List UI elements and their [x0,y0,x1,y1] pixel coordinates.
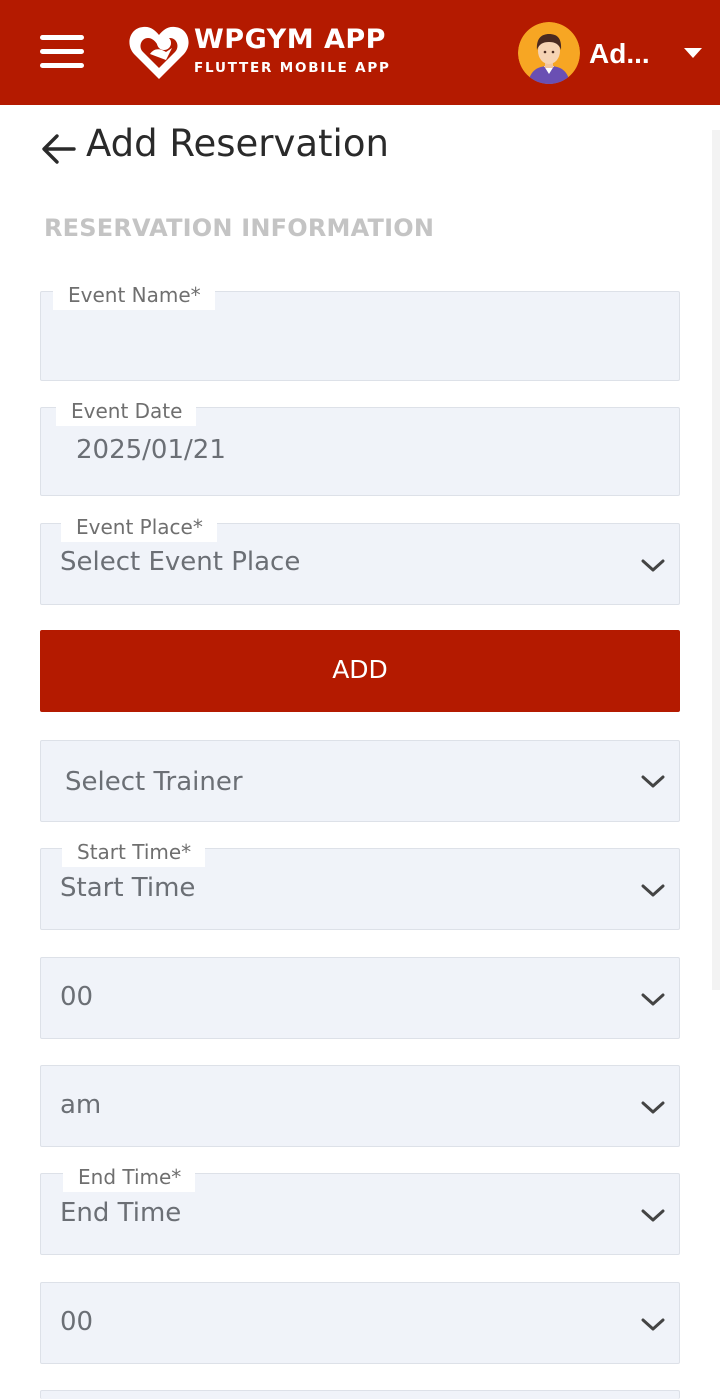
end-time-label: End Time* [63,1164,196,1192]
avatar [518,22,580,84]
app-header: WPGYM APP FLUTTER MOBILE APP Ad... [0,0,720,105]
end-time-value: End Time [60,1198,182,1228]
event-date-label: Event Date [56,398,197,426]
logo-title: WPGYM APP [194,24,386,55]
end-ampm-select[interactable] [40,1390,680,1399]
start-time-label: Start Time* [62,839,206,867]
start-ampm-value: am [60,1090,102,1120]
user-name: Ad... [589,38,650,69]
end-minute-select[interactable]: 00 [40,1282,680,1364]
user-profile-menu[interactable]: Ad... [518,22,708,84]
heart-logo-icon [129,26,189,79]
end-minute-value: 00 [60,1307,94,1337]
caret-down-icon [684,48,702,58]
chevron-down-icon [641,1101,665,1114]
page-title: Add Reservation [86,122,389,165]
trainer-value: Select Trainer [65,767,243,797]
scrollbar[interactable] [712,130,720,990]
event-date-field[interactable]: Event Date 2025/01/21 [40,398,680,496]
add-button[interactable]: ADD [40,630,680,712]
end-time-select[interactable]: End Time* End Time [40,1164,680,1255]
start-time-value: Start Time [60,873,196,903]
section-title: RESERVATION INFORMATION [44,214,435,242]
chevron-down-icon [641,884,665,897]
start-minute-select[interactable]: 00 [40,957,680,1039]
event-name-label: Event Name* [53,282,215,310]
chevron-down-icon [641,993,665,1006]
app-logo: WPGYM APP FLUTTER MOBILE APP [128,22,398,84]
add-button-label: ADD [332,655,388,684]
trainer-select[interactable]: Select Trainer [40,740,680,822]
event-place-label: Event Place* [61,514,217,542]
start-time-select[interactable]: Start Time* Start Time [40,839,680,930]
start-minute-value: 00 [60,982,94,1012]
logo-subtitle: FLUTTER MOBILE APP [194,60,391,76]
chevron-down-icon [641,1318,665,1331]
event-name-field[interactable]: Event Name* [40,282,680,381]
arrow-left-icon[interactable] [40,132,78,166]
event-place-select[interactable]: Event Place* Select Event Place [40,514,680,605]
chevron-down-icon [641,775,665,788]
event-place-value: Select Event Place [60,547,301,577]
chevron-down-icon [641,1209,665,1222]
chevron-down-icon [641,559,665,572]
hamburger-menu-icon[interactable] [40,35,84,69]
start-ampm-select[interactable]: am [40,1065,680,1147]
event-date-value: 2025/01/21 [76,435,226,465]
